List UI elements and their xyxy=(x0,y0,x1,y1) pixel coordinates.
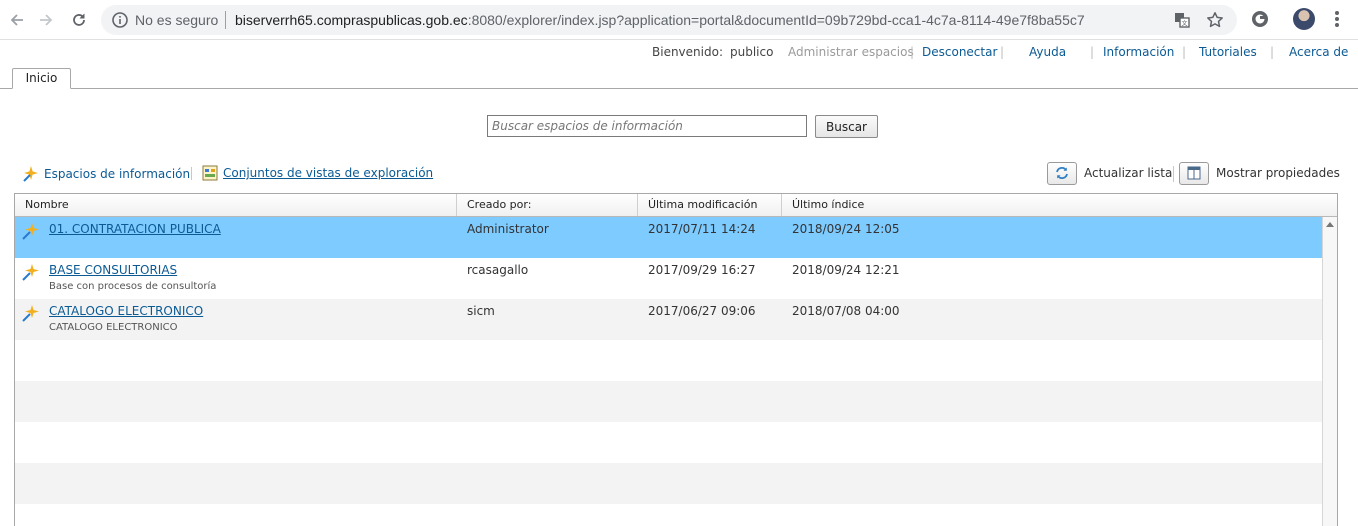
show-properties-label: Mostrar propiedades xyxy=(1216,166,1340,180)
divider: | xyxy=(1090,45,1095,59)
address-bar[interactable]: No es seguro biserverrh65.compraspublica… xyxy=(101,5,1237,35)
table-row[interactable]: CATALOGO ELECTRONICO CATALOGO ELECTRONIC… xyxy=(15,299,1322,340)
empty-row xyxy=(15,340,1322,381)
row-created-by: sicm xyxy=(467,304,495,318)
help-link[interactable]: Ayuda xyxy=(1029,45,1066,59)
column-header-indexed[interactable]: Último índice xyxy=(782,194,942,216)
star-sparkle-icon xyxy=(23,166,38,182)
extension-icon[interactable] xyxy=(1250,9,1270,32)
row-indexed: 2018/09/24 12:21 xyxy=(792,263,900,277)
info-space-icon xyxy=(22,305,39,322)
view-set-icon xyxy=(202,165,218,181)
profile-avatar[interactable] xyxy=(1293,8,1315,30)
tutorials-link[interactable]: Tutoriales xyxy=(1199,45,1257,59)
security-label: No es seguro xyxy=(135,12,219,28)
browser-toolbar: No es seguro biserverrh65.compraspublica… xyxy=(0,0,1358,40)
refresh-icon xyxy=(1047,161,1077,185)
column-header-modified[interactable]: Última modificación xyxy=(638,194,782,216)
divider: | xyxy=(1270,45,1275,59)
welcome-label: Bienvenido: xyxy=(652,45,723,59)
url-text[interactable]: biserverrh65.compraspublicas.gob.ec:8080… xyxy=(235,12,1085,28)
column-header-created-by[interactable]: Creado por: xyxy=(457,194,638,216)
row-indexed: 2018/07/08 04:00 xyxy=(792,304,900,318)
divider xyxy=(1173,166,1174,182)
divider: | xyxy=(1182,45,1187,59)
bookmark-star-icon[interactable] xyxy=(1206,11,1224,32)
show-properties-button[interactable]: Mostrar propiedades xyxy=(1179,161,1340,185)
info-link[interactable]: Información xyxy=(1103,45,1174,59)
admin-spaces-link: Administrar espacios xyxy=(788,45,914,59)
row-description: CATALOGO ELECTRONICO xyxy=(49,322,178,333)
divider: | xyxy=(910,45,915,59)
row-indexed: 2018/09/24 12:05 xyxy=(792,222,900,236)
empty-row xyxy=(15,463,1322,504)
row-created-by: rcasagallo xyxy=(467,263,529,277)
translate-icon[interactable]: 文 xyxy=(1173,11,1191,32)
empty-row xyxy=(15,504,1322,526)
info-spaces-link[interactable]: Espacios de información xyxy=(22,165,190,183)
tab-inicio[interactable]: Inicio xyxy=(12,68,71,89)
url-host: biserverrh65.compraspublicas.gob.ec xyxy=(235,12,468,28)
empty-row xyxy=(15,422,1322,463)
reload-icon[interactable] xyxy=(68,9,90,31)
table-row[interactable]: 01. CONTRATACION PUBLICA Administrator 2… xyxy=(15,217,1322,258)
divider xyxy=(225,11,226,29)
exploration-sets-link[interactable]: Conjuntos de vistas de exploración xyxy=(202,165,433,181)
table-row[interactable]: BASE CONSULTORIAS Base con procesos de c… xyxy=(15,258,1322,299)
refresh-list-label: Actualizar lista xyxy=(1084,166,1173,180)
exploration-sets-label: Conjuntos de vistas de exploración xyxy=(223,166,434,180)
back-icon[interactable] xyxy=(6,9,28,31)
table-header: Nombre Creado por: Última modificación Ú… xyxy=(15,194,1337,217)
properties-icon xyxy=(1179,161,1209,185)
svg-text:文: 文 xyxy=(1181,20,1187,28)
browser-menu-icon[interactable] xyxy=(1330,10,1344,30)
info-spaces-table: Nombre Creado por: Última modificación Ú… xyxy=(14,193,1338,526)
username: publico xyxy=(730,45,774,59)
table-body: 01. CONTRATACION PUBLICA Administrator 2… xyxy=(15,217,1322,526)
search-input[interactable] xyxy=(487,115,807,137)
row-modified: 2017/09/29 16:27 xyxy=(648,263,756,277)
about-link[interactable]: Acerca de xyxy=(1289,45,1348,59)
disconnect-link[interactable]: Desconectar xyxy=(922,45,997,59)
row-modified: 2017/06/27 09:06 xyxy=(648,304,756,318)
info-space-icon xyxy=(22,223,39,240)
refresh-list-button[interactable]: Actualizar lista xyxy=(1047,161,1172,185)
info-spaces-label: Espacios de información xyxy=(44,167,191,181)
header-links: Bienvenido: publico Administrar espacios… xyxy=(0,45,1358,61)
scroll-up-icon[interactable] xyxy=(1326,222,1334,227)
divider xyxy=(191,167,192,180)
info-space-icon xyxy=(22,264,39,281)
url-path: :8080/explorer/index.jsp?application=por… xyxy=(467,12,1085,28)
table-scrollbar[interactable] xyxy=(1322,217,1337,526)
row-name-link[interactable]: CATALOGO ELECTRONICO xyxy=(49,304,203,318)
row-description: Base con procesos de consultoría xyxy=(49,281,217,292)
tab-strip xyxy=(0,88,1358,89)
search-button[interactable]: Buscar xyxy=(815,115,878,138)
info-icon[interactable] xyxy=(111,11,129,32)
row-modified: 2017/07/11 14:24 xyxy=(648,222,756,236)
row-name-link[interactable]: BASE CONSULTORIAS xyxy=(49,263,177,277)
row-created-by: Administrator xyxy=(467,222,549,236)
row-name-link[interactable]: 01. CONTRATACION PUBLICA xyxy=(49,222,221,236)
column-header-name[interactable]: Nombre xyxy=(15,194,457,216)
empty-row xyxy=(15,381,1322,422)
forward-icon[interactable] xyxy=(35,9,57,31)
divider: | xyxy=(1000,45,1005,59)
